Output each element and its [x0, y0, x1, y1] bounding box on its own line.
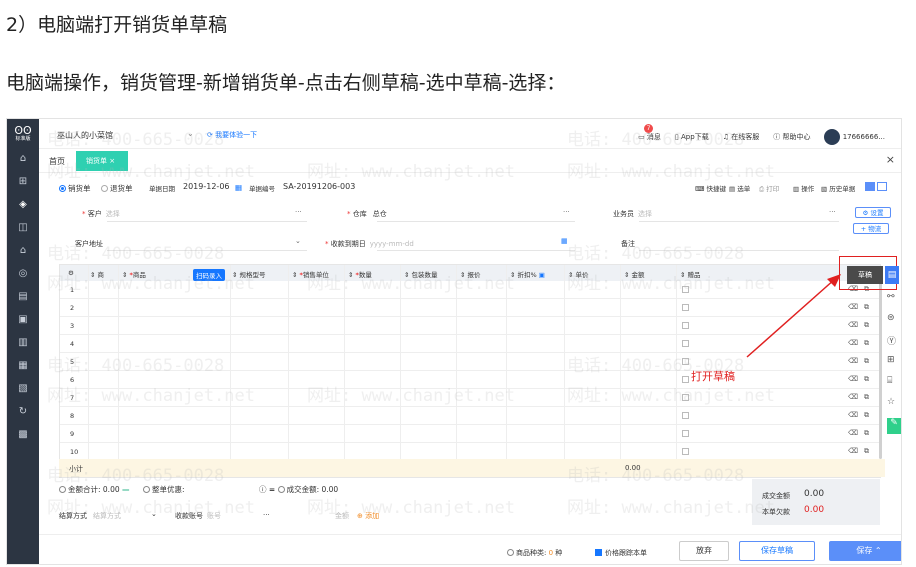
app-screenshot: ʘʘ 标准版 ⌂ ⊞ ◈ ◫ ⌂ ◎ ▤ ▣ ▥ ▦ ▧ ↻ ▩ 巫山人的小菜馆…	[6, 118, 902, 565]
step-title: 2）电脑端打开销货单草稿	[6, 14, 228, 36]
annotation-label: 打开草稿	[691, 370, 735, 383]
instruction-text: 电脑端操作，销货管理-新增销货单-点击右侧草稿-选中草稿-选择：	[6, 72, 566, 94]
annotation-arrow	[746, 274, 841, 358]
